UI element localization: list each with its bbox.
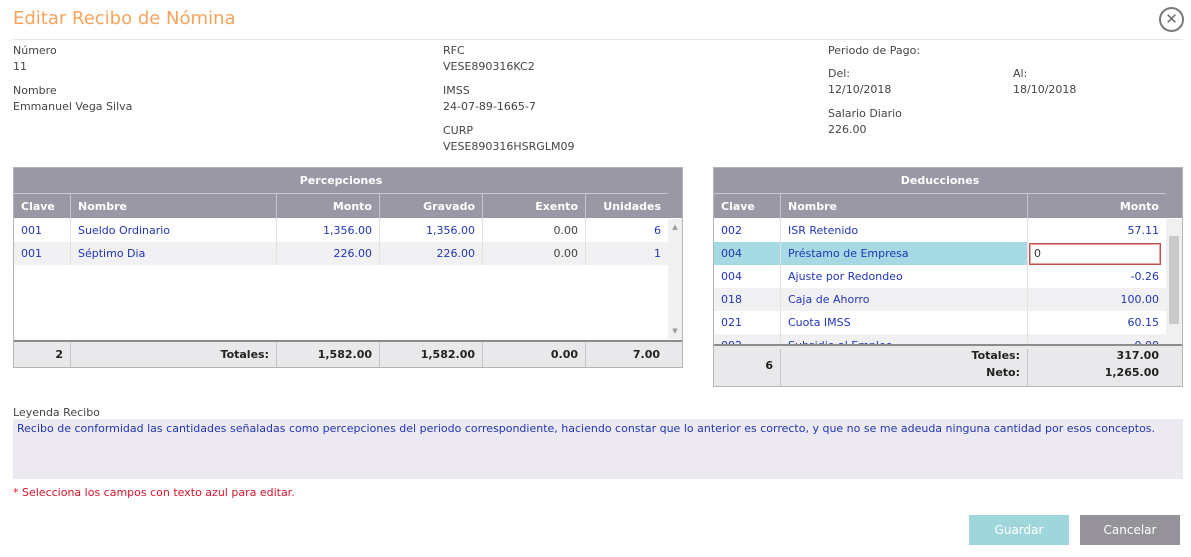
cell-nombre[interactable]: Préstamo de Empresa [780, 242, 1027, 265]
cell-monto[interactable]: 60.15 [1027, 311, 1166, 334]
table-row[interactable]: 001 Sueldo Ordinario 1,356.00 1,356.00 0… [14, 219, 668, 242]
rfc-label: RFC [443, 44, 465, 57]
footer-totales-label: Totales: [70, 342, 276, 367]
deducciones-scrollbar[interactable] [1166, 219, 1182, 344]
curp-value: VESE890316HSRGLM09 [443, 140, 575, 153]
leyenda-label: Leyenda Recibo [13, 406, 100, 419]
table-row[interactable]: 018 Caja de Ahorro 100.00 [714, 288, 1166, 311]
table-row[interactable]: 004 Ajuste por Redondeo -0.26 [714, 265, 1166, 288]
cell-clave[interactable]: 021 [714, 311, 780, 334]
save-button[interactable]: Guardar [969, 515, 1069, 545]
salario-value: 226.00 [828, 123, 867, 136]
cell-monto[interactable]: 0.00 [1027, 334, 1166, 344]
cell-exento: 0.00 [482, 242, 585, 265]
footer-gravado: 1,582.00 [379, 342, 482, 367]
curp-label: CURP [443, 124, 474, 137]
scroll-thumb[interactable] [1169, 236, 1179, 324]
cell-clave[interactable]: 004 [714, 242, 780, 265]
cell-nombre[interactable]: Sueldo Ordinario [70, 219, 276, 242]
nombre-label: Nombre [13, 84, 57, 97]
leyenda-textarea[interactable]: Recibo de conformidad las cantidades señ… [13, 419, 1183, 479]
percepciones-title: Percepciones [14, 168, 668, 193]
cell-nombre[interactable]: Ajuste por Redondeo [780, 265, 1027, 288]
col-monto[interactable]: Monto [1027, 194, 1166, 219]
footer-neto: 1,265.00 [1027, 366, 1166, 386]
cell-gravado[interactable]: 226.00 [379, 242, 482, 265]
header-scroll-gap [668, 168, 682, 218]
cell-clave[interactable]: 001 [14, 242, 70, 265]
percepciones-table: Percepciones Clave Nombre Monto Gravado … [13, 167, 683, 368]
table-row[interactable]: 001 Séptimo Dia 226.00 226.00 0.00 1 [14, 242, 668, 265]
cell-exento: 0.00 [482, 219, 585, 242]
cell-clave[interactable]: 001 [14, 219, 70, 242]
cell-gravado[interactable]: 1,356.00 [379, 219, 482, 242]
cell-unidades[interactable]: 1 [585, 242, 668, 265]
cell-nombre[interactable]: Cuota IMSS [780, 311, 1027, 334]
col-clave[interactable]: Clave [714, 194, 780, 219]
cancel-button[interactable]: Cancelar [1080, 515, 1180, 545]
salario-label: Salario Diario [828, 107, 902, 120]
nombre-value: Emmanuel Vega Silva [13, 100, 133, 113]
percepciones-footer: 2 Totales: 1,582.00 1,582.00 0.00 7.00 [14, 340, 682, 367]
cell-monto[interactable]: 1,356.00 [276, 219, 379, 242]
cell-clave[interactable]: 002 [714, 334, 780, 344]
cell-nombre[interactable]: Séptimo Dia [70, 242, 276, 265]
percepciones-scrollbar[interactable]: ▲ ▼ [668, 219, 682, 339]
dialog-title: Editar Recibo de Nómina [13, 8, 236, 29]
cell-monto[interactable]: 57.11 [1027, 219, 1166, 242]
cell-clave[interactable]: 002 [714, 219, 780, 242]
del-value: 12/10/2018 [828, 83, 892, 96]
cell-monto[interactable]: 100.00 [1027, 288, 1166, 311]
col-nombre[interactable]: Nombre [70, 194, 276, 219]
deducciones-table: Deducciones Clave Nombre Monto 002 ISR R… [713, 167, 1183, 387]
numero-label: Número [13, 44, 57, 57]
monto-input[interactable]: 0 [1029, 243, 1161, 265]
footer-unidades: 7.00 [585, 342, 682, 367]
footer-monto: 1,582.00 [276, 342, 379, 367]
deducciones-footer: 6 Totales: Neto: 317.00 1,265.00 [714, 344, 1182, 386]
col-nombre[interactable]: Nombre [780, 194, 1027, 219]
scroll-up-icon[interactable]: ▲ [669, 223, 681, 231]
table-row[interactable]: 002 Subsidio al Empleo 0.00 [714, 334, 1166, 344]
del-label: Del: [828, 67, 850, 80]
footer-count: 6 [765, 359, 773, 372]
rfc-value: VESE890316KC2 [443, 60, 535, 73]
cell-monto[interactable]: 226.00 [276, 242, 379, 265]
al-value: 18/10/2018 [1013, 83, 1077, 96]
deducciones-title: Deducciones [714, 168, 1166, 193]
col-unidades[interactable]: Unidades [585, 194, 668, 219]
deducciones-body: 002 ISR Retenido 57.11 004 Préstamo de E… [714, 219, 1166, 344]
header-scroll-gap [1166, 168, 1182, 218]
cell-monto[interactable]: -0.26 [1027, 265, 1166, 288]
al-label: Al: [1013, 67, 1028, 80]
cell-nombre[interactable]: Subsidio al Empleo [780, 334, 1027, 344]
edit-hint: * Selecciona los campos con texto azul p… [13, 486, 295, 499]
cell-nombre[interactable]: Caja de Ahorro [780, 288, 1027, 311]
imss-value: 24-07-89-1665-7 [443, 100, 536, 113]
deducciones-header-row: Clave Nombre Monto [714, 193, 1166, 219]
close-icon[interactable]: ✕ [1159, 7, 1184, 32]
col-monto[interactable]: Monto [276, 194, 379, 219]
footer-count: 2 [55, 348, 63, 361]
cell-clave[interactable]: 004 [714, 265, 780, 288]
numero-value: 11 [13, 60, 27, 73]
table-row[interactable]: 002 ISR Retenido 57.11 [714, 219, 1166, 242]
col-clave[interactable]: Clave [14, 194, 70, 219]
cell-clave[interactable]: 018 [714, 288, 780, 311]
percepciones-header-row: Clave Nombre Monto Gravado Exento Unidad… [14, 193, 668, 219]
title-divider [13, 39, 1183, 40]
footer-neto-label: Neto: [780, 366, 1027, 386]
cell-nombre[interactable]: ISR Retenido [780, 219, 1027, 242]
col-exento[interactable]: Exento [482, 194, 585, 219]
footer-exento: 0.00 [482, 342, 585, 367]
table-row[interactable]: 021 Cuota IMSS 60.15 [714, 311, 1166, 334]
scroll-down-icon[interactable]: ▼ [669, 327, 681, 335]
imss-label: IMSS [443, 84, 470, 97]
periodo-label: Periodo de Pago: [828, 44, 921, 57]
cell-unidades[interactable]: 6 [585, 219, 668, 242]
col-gravado[interactable]: Gravado [379, 194, 482, 219]
